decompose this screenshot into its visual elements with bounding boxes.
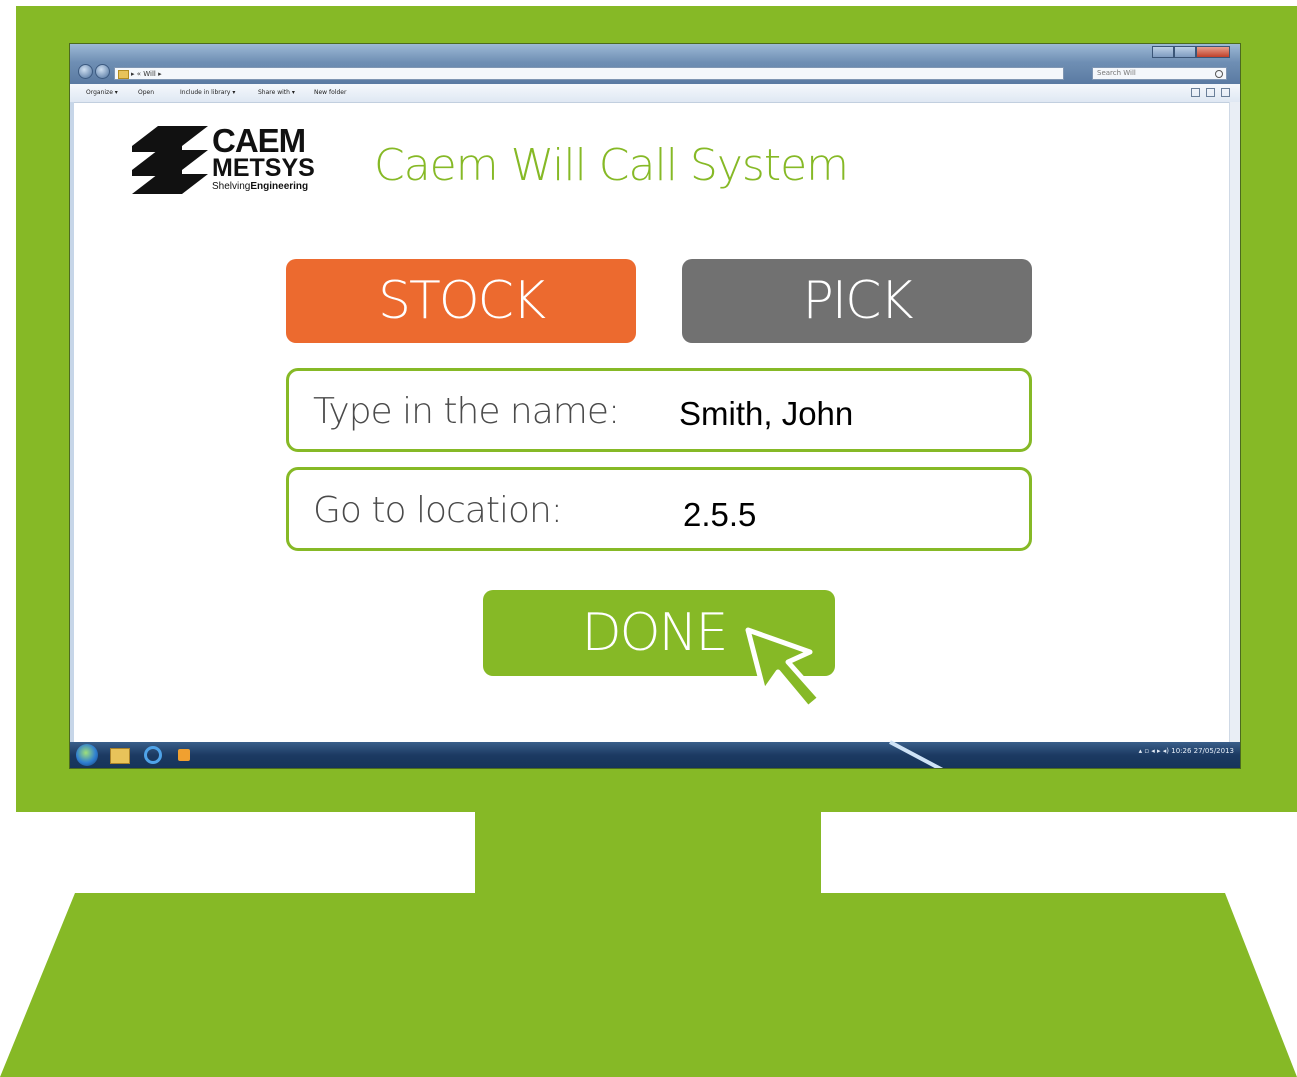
logo-line-metsys: METSYS [212,154,315,182]
help-icon[interactable] [1221,88,1230,97]
view-options-icon[interactable] [1191,88,1200,97]
window-titlebar: ▸ « Will ▸ Search Will [70,44,1240,84]
taskbar: ▴ ▫ ◂ ▸ ◂) 10:26 27/05/2013 [70,740,1240,768]
forward-arrow-icon[interactable] [95,64,110,79]
location-field-value: 2.5.5 [683,496,757,533]
done-button-label: DONE [581,603,729,663]
close-button[interactable] [1196,46,1230,58]
window-left-edge [70,102,74,742]
logo-line-caem: CAEM [212,122,306,159]
address-bar[interactable]: ▸ « Will ▸ [114,67,1064,80]
view-controls [1191,88,1230,97]
monitor-stand-base [0,893,1297,1077]
search-icon [1215,70,1223,78]
pick-button[interactable]: PICK [682,259,1032,343]
logo-tagline-light: Shelving [212,181,251,192]
name-field-value[interactable]: Smith, John [679,395,853,433]
mouse-pointer-icon [745,627,823,711]
preview-pane-icon[interactable] [1206,88,1215,97]
location-field-label: Go to location: [313,490,563,531]
include-in-library-menu[interactable]: Include in library ▾ [180,89,235,96]
company-logo: CAEM METSYS ShelvingEngineering [130,124,342,208]
back-arrow-icon[interactable] [78,64,93,79]
search-input[interactable]: Search Will [1092,67,1227,80]
monitor-stand-neck [475,810,821,900]
organize-menu[interactable]: Organize ▾ [86,89,118,96]
window-controls [1152,46,1230,58]
new-folder-button[interactable]: New folder [314,89,346,96]
system-tray[interactable]: ▴ ▫ ◂ ▸ ◂) 10:26 27/05/2013 [1139,747,1234,755]
address-text: ▸ « Will ▸ [131,70,162,78]
search-placeholder: Search Will [1097,69,1136,77]
logo-tagline: ShelvingEngineering [212,180,315,194]
explorer-taskbar-icon[interactable] [110,748,130,764]
stock-button[interactable]: STOCK [286,259,636,343]
stock-button-label: STOCK [377,271,546,331]
name-field-label: Type in the name: [313,391,620,432]
stacked-layers-icon [132,126,208,194]
browser-taskbar-icon[interactable] [144,746,162,764]
minimize-button[interactable] [1152,46,1174,58]
start-button-icon[interactable] [76,744,98,766]
logo-wordmark: CAEM METSYS ShelvingEngineering [212,122,315,194]
name-field[interactable]: Type in the name: Smith, John [286,368,1032,452]
window-scrollbar[interactable] [1229,102,1240,742]
app-title: Caem Will Call System [374,140,849,191]
open-button[interactable]: Open [138,89,154,96]
folder-icon [118,70,129,79]
nav-buttons [78,64,110,79]
maximize-button[interactable] [1174,46,1196,58]
explorer-toolbar: Organize ▾ Open Include in library ▾ Sha… [70,84,1240,103]
share-with-menu[interactable]: Share with ▾ [258,89,295,96]
location-field: Go to location: 2.5.5 [286,467,1032,551]
taskbar-highlight [889,740,944,768]
media-player-taskbar-icon[interactable] [178,749,190,761]
pick-button-label: PICK [802,271,913,331]
logo-tagline-bold: Engineering [250,181,309,192]
